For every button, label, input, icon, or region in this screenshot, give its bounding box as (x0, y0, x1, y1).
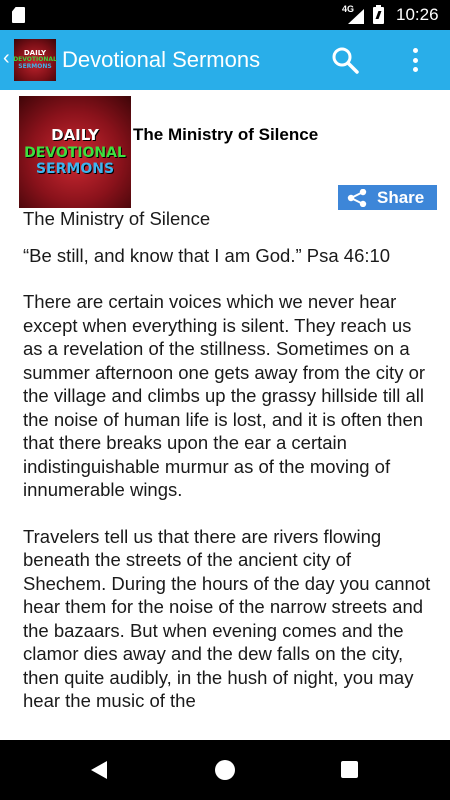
app-logo[interactable]: DAILY DEVOTIONAL SERMONS (13, 39, 57, 81)
app-logo-line-3: SERMONS (18, 62, 52, 70)
sd-card-icon (12, 7, 25, 23)
scripture-verse: “Be still, and know that I am God.” Psa … (23, 244, 391, 266)
share-label: Share (377, 187, 425, 207)
status-clock: 10:26 (396, 5, 439, 24)
thumbnail-line-2: DEVOTIONAL (24, 144, 126, 161)
thumbnail-line-3: SERMONS (35, 160, 115, 177)
sermon-heading: The Ministry of Silence (23, 208, 211, 229)
body-paragraph: There are certain voices which we never … (23, 291, 426, 500)
back-triangle-icon[interactable] (90, 761, 108, 779)
search-icon[interactable] (331, 46, 359, 74)
status-bar: 4G 10:26 (0, 0, 450, 30)
back-chevron-icon[interactable]: ‹ (3, 48, 10, 68)
network-type-label: 4G (342, 4, 355, 14)
overflow-menu-icon[interactable] (408, 46, 422, 74)
post-thumbnail: DAILY DEVOTIONAL SERMONS (19, 96, 131, 208)
recents-square-icon[interactable] (341, 761, 358, 778)
sermon-body: The Ministry of Silence “Be still, and k… (23, 207, 433, 736)
thumbnail-line-1: DAILY (51, 126, 99, 145)
sermon-content[interactable]: DAILY DEVOTIONAL SERMONS The Ministry of… (0, 90, 450, 740)
body-paragraph: Travelers tell us that there are rivers … (23, 525, 431, 712)
app-bar: ‹ DAILY DEVOTIONAL SERMONS Devotional Se… (0, 30, 450, 90)
home-circle-icon[interactable] (215, 760, 235, 780)
app-title: Devotional Sermons (62, 47, 261, 72)
post-title: The Ministry of Silence (133, 125, 319, 144)
navigation-bar (0, 740, 450, 800)
share-icon (347, 188, 367, 207)
battery-charging-icon (373, 5, 384, 24)
